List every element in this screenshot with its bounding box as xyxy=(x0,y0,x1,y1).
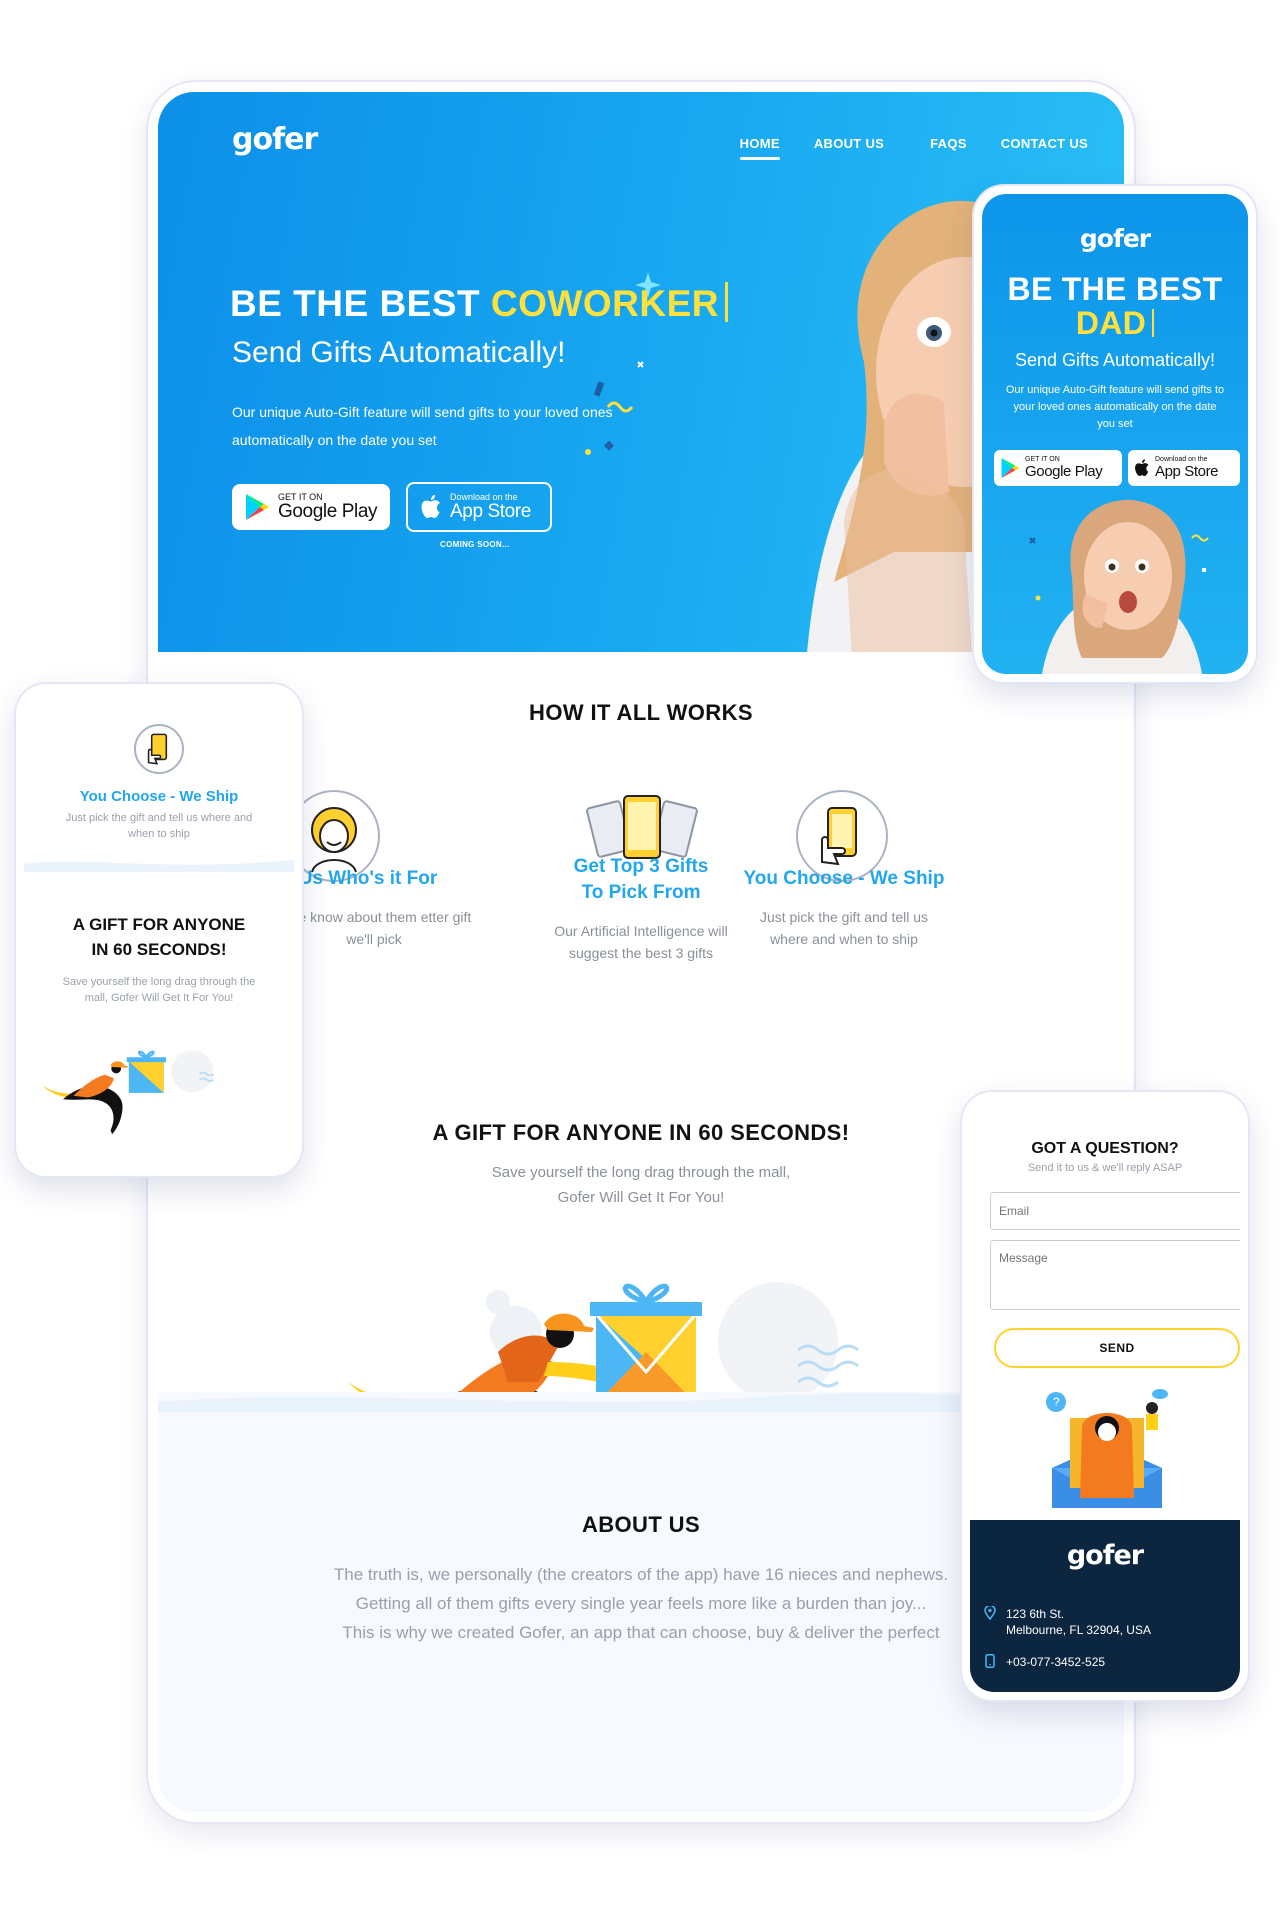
feature-who-desc: e we know about them etter gift we'll pi… xyxy=(276,909,472,947)
footer-address-line-2: Melbourne, FL 32904, USA xyxy=(1006,1623,1151,1637)
hero-title-prefix: BE THE BEST xyxy=(230,283,481,324)
mobile-feature-desc: Just pick the gift and tell us where and… xyxy=(65,812,253,840)
nav-item-contact-us[interactable]: CONTACT US xyxy=(1001,136,1088,151)
contact-footer: gofer 123 6th St. Melbourne, FL 32904, U… xyxy=(970,1520,1240,1692)
apple-icon xyxy=(421,495,440,518)
hero-description: Our unique Auto-Gift feature will send g… xyxy=(232,404,613,448)
mobile-typing-caret xyxy=(1152,309,1155,337)
mobile-features-phone: You Choose - We Ship Just pick the gift … xyxy=(16,684,302,1176)
footer-phone-number[interactable]: +03-077-3452-525 xyxy=(1006,1654,1105,1670)
coming-soon-label: COMING SOON... xyxy=(440,540,510,549)
email-field[interactable] xyxy=(990,1192,1240,1230)
feature-you-choose-desc: Just pick the gift and tell us where and… xyxy=(759,909,929,947)
mobile-contact-phone: GOT A QUESTION? Send it to us & we'll re… xyxy=(962,1092,1248,1700)
google-play-button[interactable]: GET IT ON Google Play xyxy=(232,484,390,530)
nav-item-faqs[interactable]: FAQS xyxy=(930,136,967,151)
mobile-hero-phone: gofer BE THE BEST DAD Send Gifts Automat… xyxy=(974,186,1256,682)
feature-top-gifts-title: Get Top 3 Gifts To Pick From xyxy=(573,856,709,903)
top-nav: gofer HOME ABOUT US FAQS CONTACT US xyxy=(158,122,1124,162)
contact-title: GOT A QUESTION? xyxy=(1031,1140,1179,1157)
typing-caret xyxy=(724,282,728,322)
footer-address-line-1: 123 6th St. xyxy=(1006,1607,1065,1621)
hero-title-highlight: COWORKER xyxy=(490,283,719,324)
svg-text:?: ? xyxy=(1053,1395,1060,1409)
mobile-features-screen: You Choose - We Ship Just pick the gift … xyxy=(24,692,294,1168)
mobile-google-play-icon xyxy=(1001,458,1020,478)
mobile-hero-title: BE THE BEST DAD xyxy=(982,272,1248,340)
hero-title: BE THE BEST COWORKER xyxy=(230,282,728,325)
nav-item-about-us[interactable]: ABOUT US xyxy=(814,136,884,151)
brand-logo[interactable]: gofer xyxy=(232,122,318,157)
mobile-hero-title-highlight: DAD xyxy=(1075,305,1147,341)
mobile-delivery-runner-illustration xyxy=(42,1050,215,1135)
nav-menu: HOME ABOUT US FAQS CONTACT US xyxy=(739,136,1088,160)
mobile-apple-label: App Store xyxy=(1155,463,1219,480)
mobile-hero-subtitle: Send Gifts Automatically! xyxy=(1014,350,1216,370)
mobile-wave-divider xyxy=(24,860,294,872)
mobile-apple-icon xyxy=(1135,459,1149,476)
mobile-brand-logo[interactable]: gofer xyxy=(982,224,1248,253)
mobile-contact-screen: GOT A QUESTION? Send it to us & we'll re… xyxy=(970,1100,1240,1692)
mobile-gift-title-line-2: IN 60 SECONDS! xyxy=(91,940,227,959)
mobile-hero-screen: gofer BE THE BEST DAD Send Gifts Automat… xyxy=(982,194,1248,674)
phone-icon xyxy=(985,1654,995,1668)
mobile-google-play-button[interactable]: GET IT ON Google Play xyxy=(994,450,1122,486)
nav-item-home[interactable]: HOME xyxy=(739,136,781,160)
send-button[interactable]: SEND xyxy=(994,1328,1240,1368)
message-field[interactable] xyxy=(990,1240,1240,1310)
hero-subtitle: Send Gifts Automatically! xyxy=(232,336,566,369)
mobile-feature-title: You Choose - We Ship xyxy=(79,788,239,805)
mobile-phone-hand-icon xyxy=(134,724,184,774)
mobile-girl-image xyxy=(1029,499,1209,674)
mobile-hero-title-prefix: BE THE BEST xyxy=(1007,271,1223,307)
mobile-google-label: Google Play xyxy=(1025,463,1103,480)
google-play-icon xyxy=(246,494,269,520)
app-store-button[interactable]: Download on the App Store xyxy=(406,482,552,532)
feature-you-choose: You Choose - We Ship Just pick the gift … xyxy=(714,866,974,950)
footer-brand-logo[interactable]: gofer xyxy=(970,1540,1240,1571)
mobile-gift-title-line-1: A GIFT FOR ANYONE xyxy=(72,915,246,934)
contact-illustration: ? xyxy=(1046,1389,1168,1508)
google-play-label: Google Play xyxy=(278,501,378,522)
feature-you-choose-title: You Choose - We Ship xyxy=(743,868,945,889)
contact-subtitle: Send it to us & we'll reply ASAP xyxy=(1027,1162,1183,1174)
mobile-hero-description: Our unique Auto-Gift feature will send g… xyxy=(1005,384,1225,430)
location-pin-icon xyxy=(984,1606,996,1620)
feature-top-gifts-desc: Our Artificial Intelligence will suggest… xyxy=(554,923,728,961)
mobile-gift-subtitle: Save yourself the long drag through the … xyxy=(62,976,256,1004)
footer-phone: +03-077-3452-525 xyxy=(984,1654,1105,1670)
how-it-works-title: HOW IT ALL WORKS xyxy=(529,700,753,725)
mobile-app-store-button[interactable]: Download on the App Store xyxy=(1128,450,1240,486)
footer-address: 123 6th St. Melbourne, FL 32904, USA xyxy=(984,1606,1151,1638)
app-store-label: App Store xyxy=(450,501,531,522)
